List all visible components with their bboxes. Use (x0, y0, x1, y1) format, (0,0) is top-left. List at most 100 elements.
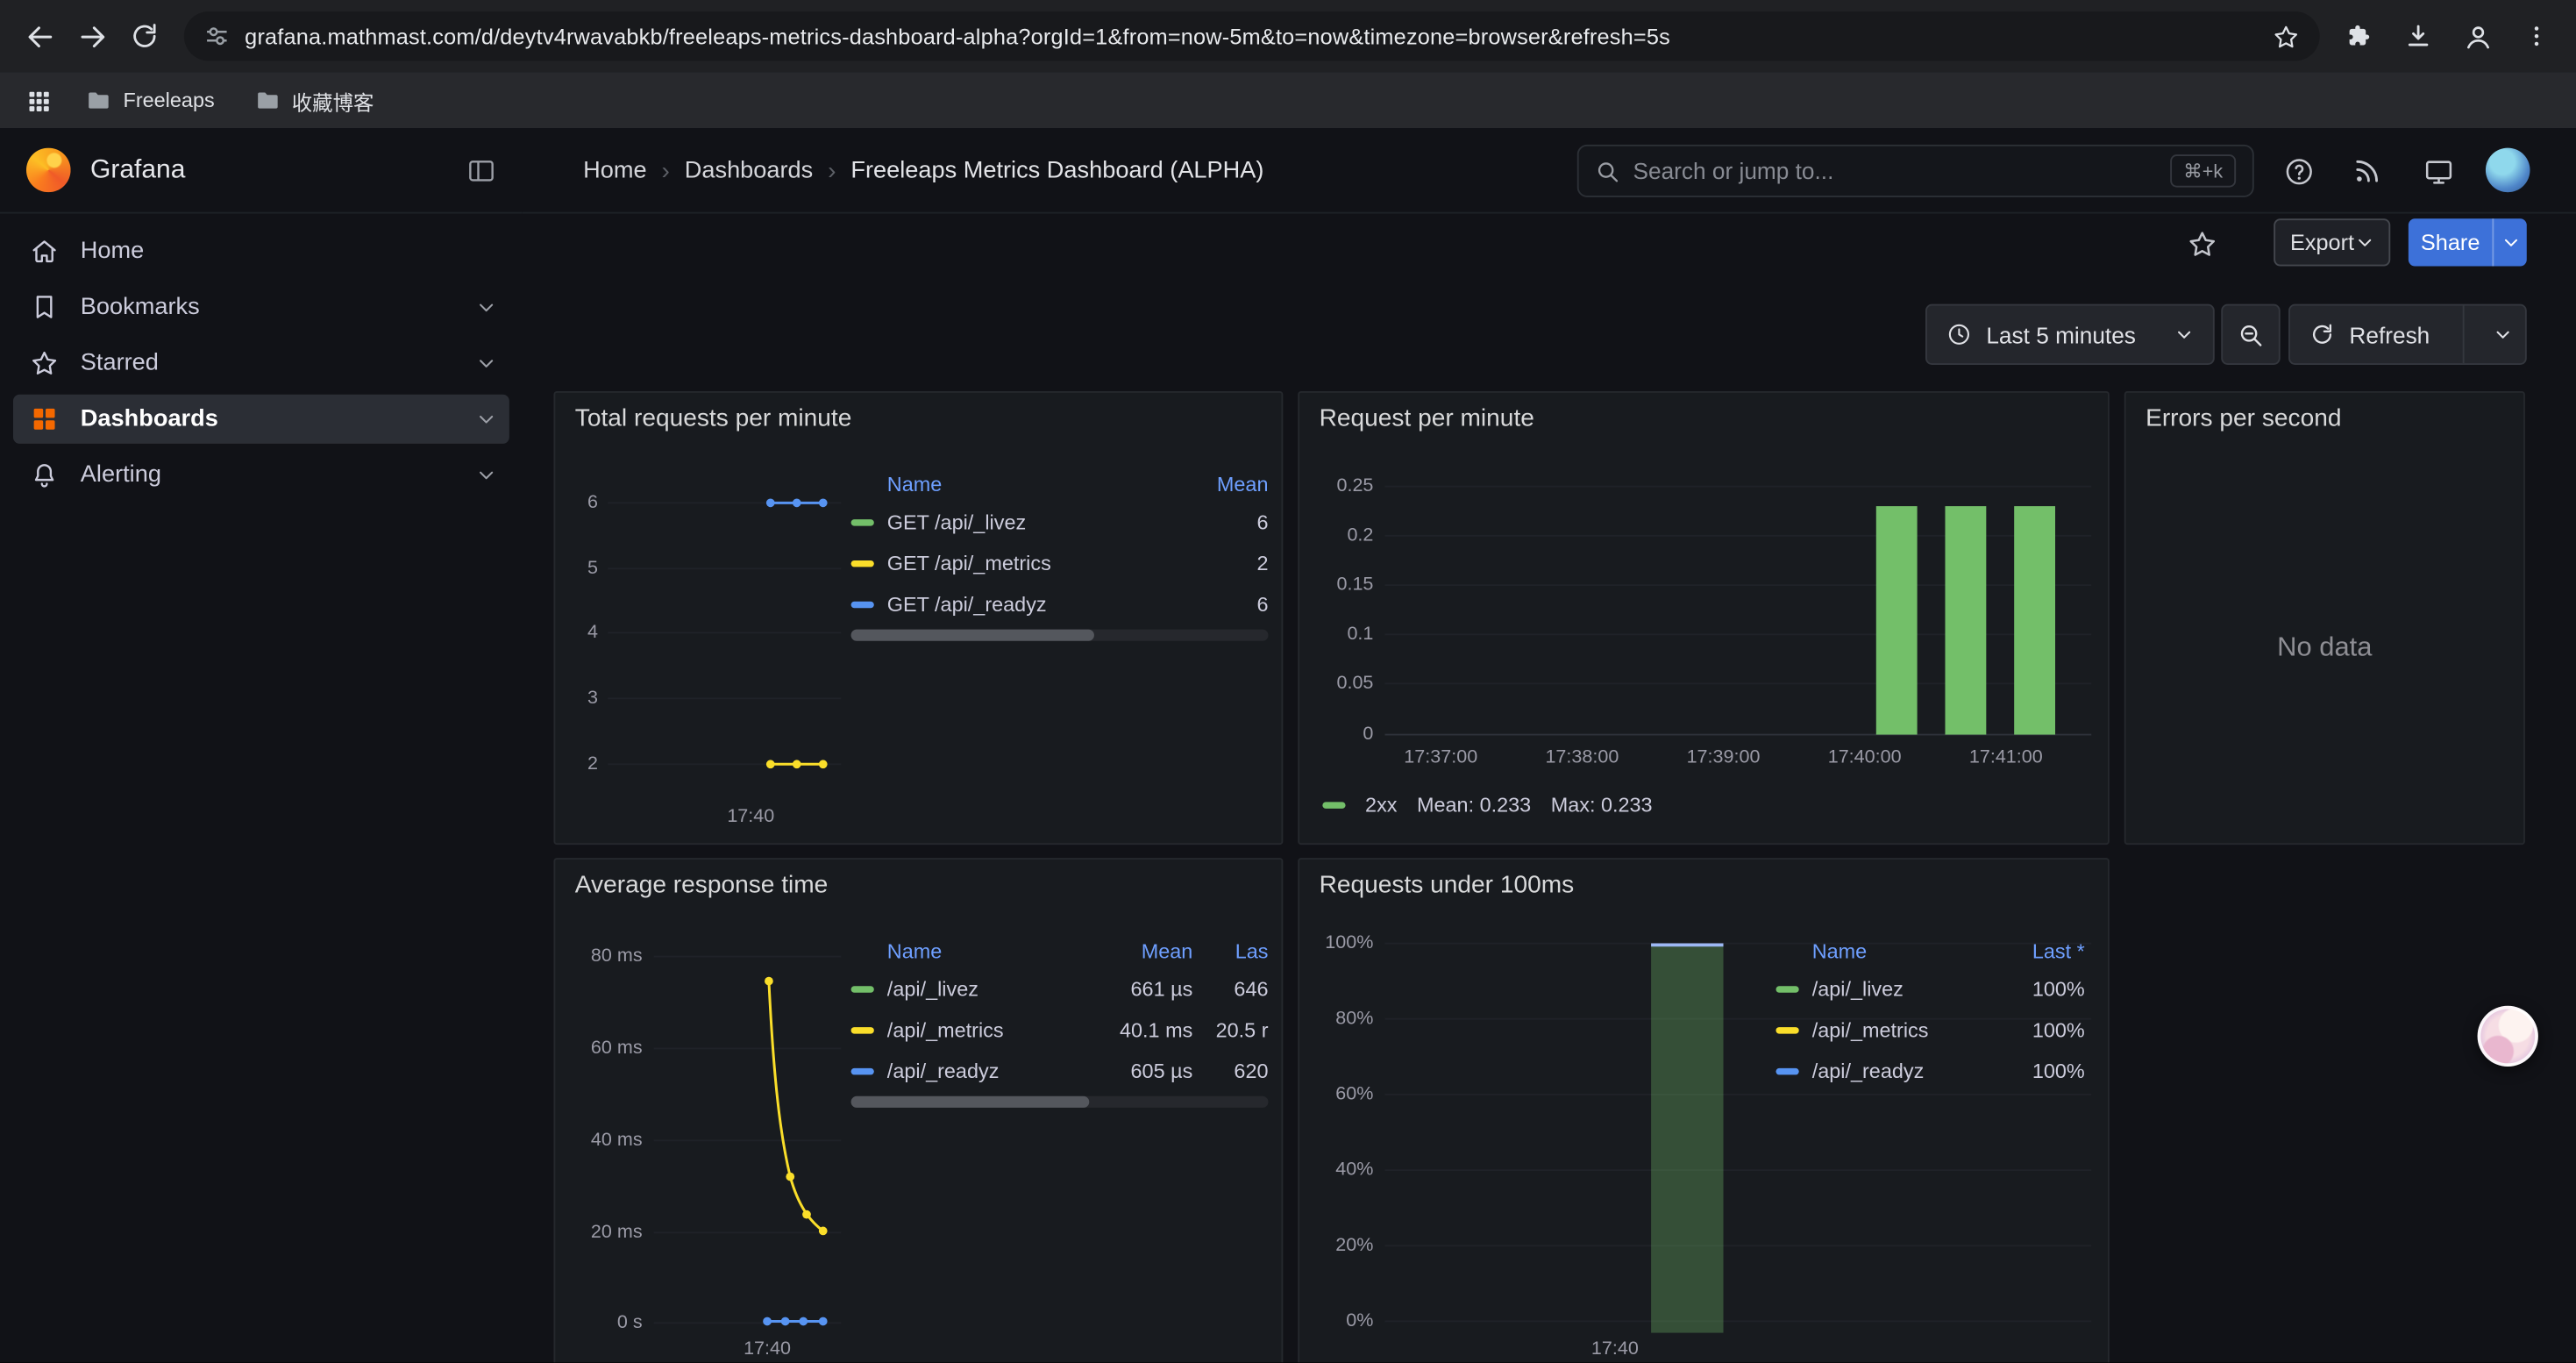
series-name[interactable]: GET /api/_metrics (887, 552, 1177, 574)
panel-title[interactable]: Total requests per minute (575, 404, 852, 432)
user-avatar[interactable] (2486, 148, 2530, 193)
chevron-down-icon[interactable] (476, 410, 495, 429)
sidebar-item-dashboards[interactable]: Dashboards (13, 395, 509, 444)
news-rss-icon[interactable] (2346, 150, 2389, 193)
chevron-down-icon[interactable] (476, 297, 495, 317)
series-name[interactable]: /api/_readyz (1812, 1060, 2003, 1082)
breadcrumb-home[interactable]: Home (583, 158, 646, 184)
downloads-icon[interactable] (2392, 10, 2444, 62)
breadcrumb-dashboards[interactable]: Dashboards (685, 158, 814, 184)
url-bar[interactable]: grafana.mathmast.com/d/deytv4rwavabkb/fr… (184, 11, 2320, 61)
forward-button[interactable] (66, 10, 118, 62)
legend-header-name[interactable]: Name (851, 940, 1075, 963)
legend-row[interactable]: GET /api/_livez 6 (851, 501, 1269, 542)
legend-header-last[interactable]: Last * (2003, 940, 2085, 963)
legend-row[interactable]: /api/_metrics 100% (1775, 1009, 2084, 1050)
bookmark-item-blogs[interactable]: 收藏博客 (241, 78, 388, 123)
panel-title[interactable]: Request per minute (1320, 404, 1534, 432)
legend-header-mean[interactable]: Mean (1074, 940, 1192, 963)
sidebar-item-label: Alerting (81, 462, 161, 489)
series-name[interactable]: GET /api/_livez (887, 510, 1177, 533)
series-name[interactable]: /api/_livez (887, 977, 1075, 1000)
grafana-app: Grafana Home Bookmarks (0, 128, 2576, 1363)
panel-title[interactable]: Average response time (575, 871, 829, 899)
series-color-swatch (851, 1067, 874, 1074)
x-axis-tick: 17:37:00 (1391, 748, 1490, 767)
search-input[interactable] (1633, 158, 2157, 184)
bar-under-100ms[interactable] (1651, 944, 1723, 1333)
grafana-logo[interactable] (26, 148, 71, 193)
refresh-button[interactable]: Refresh (2288, 304, 2527, 365)
x-axis-tick: 17:40:00 (1815, 748, 1913, 767)
legend-header-mean[interactable]: Mean (1177, 474, 1269, 496)
bar-2xx[interactable] (1945, 506, 1986, 734)
zoom-out-button[interactable] (2221, 304, 2280, 365)
export-button[interactable]: Export (2274, 218, 2390, 266)
apps-grid-icon[interactable] (17, 79, 60, 122)
series-name[interactable]: /api/_readyz (887, 1060, 1075, 1082)
chevron-down-icon[interactable] (2494, 233, 2526, 252)
sidebar-item-home[interactable]: Home (13, 227, 509, 276)
series-name[interactable]: GET /api/_readyz (887, 592, 1177, 615)
clock-icon (1946, 322, 1971, 346)
search-shortcut: ⌘+k (2170, 154, 2236, 187)
y-axis-tick: 80 ms (555, 946, 642, 966)
help-icon[interactable] (2277, 150, 2320, 193)
chevron-down-icon[interactable] (2479, 325, 2524, 344)
sidebar-item-bookmarks[interactable]: Bookmarks (13, 282, 509, 332)
legend-row[interactable]: GET /api/_metrics 2 (851, 542, 1269, 583)
panel-title[interactable]: Errors per second (2145, 404, 2341, 432)
legend-header-last[interactable]: Las (1192, 940, 1268, 963)
sidebar-item-starred[interactable]: Starred (13, 339, 509, 388)
bookmark-star-icon[interactable] (2272, 22, 2300, 50)
chevron-down-icon[interactable] (476, 465, 495, 484)
legend-header-name[interactable]: Name (1775, 940, 2003, 963)
legend-header-name[interactable]: Name (851, 474, 1177, 496)
legend-row[interactable]: /api/_livez 661 µs 646 (851, 968, 1269, 1010)
search-box[interactable]: ⌘+k (1577, 145, 2254, 197)
scrollbar-thumb[interactable] (851, 1096, 1090, 1108)
legend-row[interactable]: /api/_readyz 100% (1775, 1050, 2084, 1091)
series-last: 646 (1192, 977, 1268, 1000)
dock-sidebar-icon[interactable] (466, 155, 496, 185)
y-axis-tick: 100% (1299, 933, 1373, 953)
monitor-icon[interactable] (2416, 150, 2459, 193)
dashboards-icon (30, 404, 60, 434)
share-button[interactable]: Share (2409, 218, 2527, 266)
legend-row[interactable]: /api/_livez 100% (1775, 968, 2084, 1010)
legend-header: Name Mean Las (851, 935, 1269, 967)
bookmark-item-freeleaps[interactable]: Freeleaps (72, 81, 227, 120)
profile-icon[interactable] (2451, 10, 2504, 62)
folder-icon (254, 87, 281, 113)
legend-row[interactable]: /api/_metrics 40.1 ms 20.5 r (851, 1009, 1269, 1050)
favorite-dashboard-icon[interactable] (2179, 220, 2224, 266)
x-axis-tick: 17:41:00 (1957, 748, 2055, 767)
series-color-swatch (1775, 1026, 1798, 1032)
extensions-icon[interactable] (2333, 10, 2386, 62)
bar-2xx[interactable] (1876, 506, 1918, 734)
series-name[interactable]: /api/_metrics (1812, 1018, 2003, 1041)
sidebar-item-alerting[interactable]: Alerting (13, 450, 509, 499)
scrollbar-thumb[interactable] (851, 630, 1094, 641)
chevron-down-icon[interactable] (476, 353, 495, 373)
y-axis-tick: 20% (1299, 1236, 1373, 1255)
chart-canvas[interactable] (1299, 393, 2111, 846)
series-name[interactable]: /api/_livez (1812, 977, 2003, 1000)
legend-row[interactable]: /api/_readyz 605 µs 620 (851, 1050, 1269, 1091)
back-button[interactable] (13, 10, 66, 62)
series-name[interactable]: 2xx (1365, 794, 1397, 817)
panel-title[interactable]: Requests under 100ms (1320, 871, 1575, 899)
legend-row[interactable]: GET /api/_readyz 6 (851, 583, 1269, 624)
menu-icon[interactable] (2510, 10, 2563, 62)
series-name[interactable]: /api/_metrics (887, 1018, 1075, 1041)
reload-button[interactable] (118, 10, 171, 62)
assistant-avatar[interactable] (2478, 1006, 2538, 1067)
site-settings-icon[interactable] (203, 23, 230, 49)
series-color-swatch (851, 985, 874, 991)
y-axis-tick: 0.25 (1299, 476, 1373, 496)
bar-2xx[interactable] (2014, 506, 2055, 734)
time-range-button[interactable]: Last 5 minutes (1925, 304, 2215, 365)
series-last: 100% (2003, 1018, 2085, 1041)
url-text[interactable]: grafana.mathmast.com/d/deytv4rwavabkb/fr… (245, 24, 2257, 48)
x-axis-tick: 17:40 (718, 1339, 816, 1359)
